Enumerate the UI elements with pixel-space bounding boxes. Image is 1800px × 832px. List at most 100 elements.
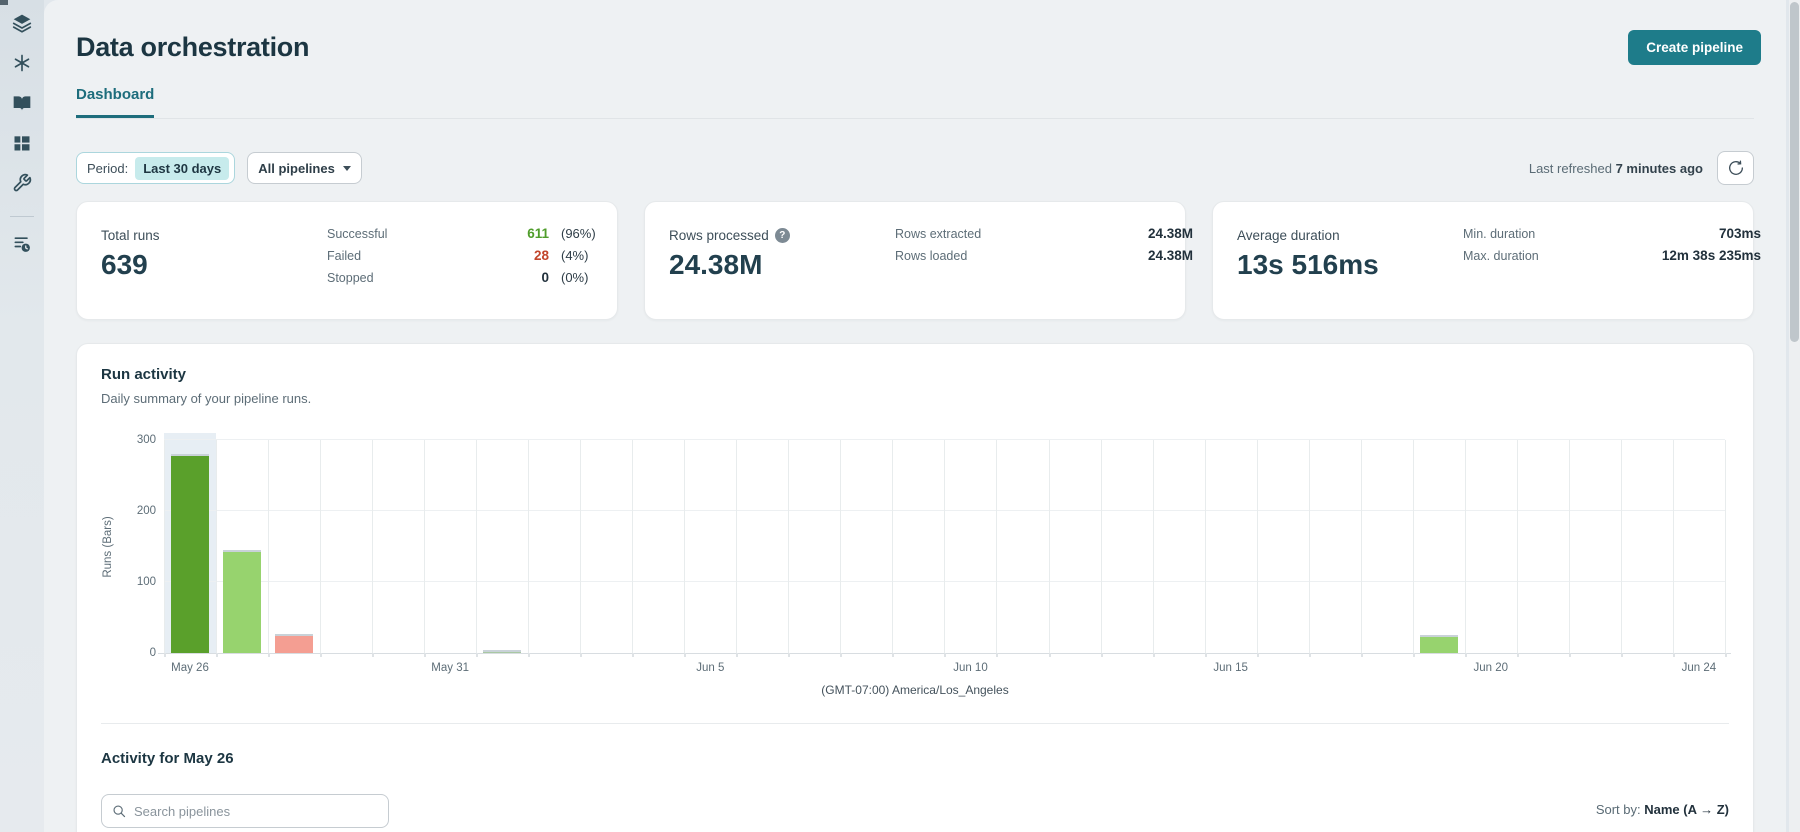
gridline <box>632 440 634 653</box>
gridline <box>996 440 998 653</box>
x-axis-tick <box>632 653 635 657</box>
gridline <box>1724 440 1726 653</box>
main-panel: Data orchestration Create pipeline Dashb… <box>44 0 1786 832</box>
scrollbar-thumb[interactable] <box>1790 2 1799 342</box>
snowflake-icon[interactable] <box>9 50 35 76</box>
refresh-button[interactable] <box>1717 151 1754 185</box>
section-divider <box>101 723 1729 724</box>
chart-title: Run activity <box>101 366 187 383</box>
x-axis-tick <box>164 653 166 657</box>
x-tick-label: May 26 <box>171 662 209 674</box>
pipeline-filter-dropdown[interactable]: All pipelines <box>247 152 362 184</box>
gridline <box>1620 440 1622 653</box>
gridline <box>424 440 426 653</box>
x-axis-tick <box>1152 653 1155 657</box>
duration-breakdown: Min. duration 703ms Max. duration 12m 38… <box>1463 226 1761 263</box>
gridline <box>1672 440 1674 653</box>
gridline <box>1048 440 1050 653</box>
sort-control[interactable]: Sort by: Name (A → Z) <box>1596 794 1729 817</box>
scrollbar-track <box>1789 0 1800 832</box>
run-bar[interactable] <box>171 454 209 653</box>
x-axis-tick <box>1724 653 1727 657</box>
x-axis-tick <box>528 653 531 657</box>
gridline <box>1516 440 1518 653</box>
x-axis-tick <box>788 653 791 657</box>
run-bar[interactable] <box>275 633 314 653</box>
x-axis-tick <box>1100 653 1103 657</box>
window-corner <box>0 0 8 5</box>
stopped-value: 0 <box>541 270 549 285</box>
page-title: Data orchestration <box>76 31 310 62</box>
gridline <box>1464 440 1466 653</box>
x-axis-tick <box>1308 653 1311 657</box>
x-axis-tick <box>1204 653 1207 657</box>
stopped-label: Stopped <box>327 270 374 285</box>
gridline <box>1568 440 1570 653</box>
successful-pct: (96%) <box>561 226 596 241</box>
last-refreshed-value: 7 minutes ago <box>1615 160 1703 176</box>
create-pipeline-button[interactable]: Create pipeline <box>1628 29 1761 65</box>
min-duration-label: Min. duration <box>1463 226 1536 241</box>
x-axis-tick <box>684 653 687 657</box>
x-axis-tick <box>1568 653 1571 657</box>
book-icon[interactable] <box>9 90 35 116</box>
gridline <box>476 440 478 653</box>
failed-label: Failed <box>327 248 362 263</box>
rows-processed-card: Rows processed ? 24.38M Rows extracted 2… <box>644 201 1193 320</box>
chart-subtitle: Daily summary of your pipeline runs. <box>101 391 312 406</box>
x-axis-tick <box>320 653 323 657</box>
run-bar[interactable] <box>1419 635 1458 653</box>
successful-label: Successful <box>327 226 388 241</box>
rows-extracted-value: 24.38M <box>1147 226 1193 241</box>
y-tick-label: 0 <box>149 647 156 659</box>
gridline <box>1308 440 1310 653</box>
gridline <box>1360 440 1362 653</box>
x-axis-tick <box>1048 653 1051 657</box>
x-axis-tick <box>424 653 427 657</box>
search-icon <box>113 805 126 818</box>
period-filter[interactable]: Period: Last 30 days <box>76 152 236 184</box>
x-axis-tick <box>1464 653 1467 657</box>
total-runs-card: Total runs 639 Successful 611 (96%) Fail… <box>76 201 618 320</box>
x-axis-tick <box>1516 653 1519 657</box>
x-axis-tick <box>1256 653 1259 657</box>
layers-icon[interactable] <box>9 10 35 36</box>
x-tick-label: Jun 5 <box>696 662 725 674</box>
pipeline-search[interactable] <box>101 794 389 828</box>
help-icon[interactable]: ? <box>774 228 790 243</box>
gridline <box>1152 440 1154 653</box>
gridline <box>216 440 218 653</box>
rows-breakdown: Rows extracted 24.38M Rows loaded 24.38M <box>895 226 1193 263</box>
period-label: Period: <box>87 160 129 176</box>
sort-label: Sort by: <box>1595 802 1641 817</box>
wrench-icon[interactable] <box>9 170 35 196</box>
y-tick-label: 300 <box>136 434 156 446</box>
gridline <box>1256 440 1258 653</box>
gridline <box>320 440 322 653</box>
x-tick-label: Jun 10 <box>953 662 988 674</box>
x-axis-tick <box>268 653 271 657</box>
stopped-pct: (0%) <box>561 270 589 285</box>
apps-grid-icon[interactable] <box>9 130 35 156</box>
max-duration-label: Max. duration <box>1463 248 1539 263</box>
x-axis-tick <box>892 653 895 657</box>
x-tick-label: Jun 20 <box>1473 662 1509 674</box>
pipeline-filter-value: All pipelines <box>258 160 335 176</box>
gridline <box>528 440 530 653</box>
x-axis-tick <box>1672 653 1675 657</box>
max-duration-value: 12m 38s 235ms <box>1661 248 1761 263</box>
period-value-chip[interactable]: Last 30 days <box>135 156 230 180</box>
gridline <box>1204 440 1206 653</box>
timezone-note: (GMT-07:00) America/Los_Angeles <box>821 683 1009 697</box>
gridline <box>164 440 165 653</box>
search-input[interactable] <box>134 803 378 819</box>
x-axis-tick <box>944 653 947 657</box>
gridline <box>372 440 374 653</box>
pipeline-history-icon[interactable] <box>9 231 35 257</box>
last-refreshed-text: Last refreshed 7 minutes ago <box>1528 160 1703 176</box>
run-bar[interactable] <box>223 550 262 653</box>
run-activity-card: Run activity Daily summary of your pipel… <box>76 343 1754 832</box>
tab-bar: Dashboard <box>76 86 1754 119</box>
gridline <box>1100 440 1102 653</box>
tab-dashboard[interactable]: Dashboard <box>76 86 155 118</box>
